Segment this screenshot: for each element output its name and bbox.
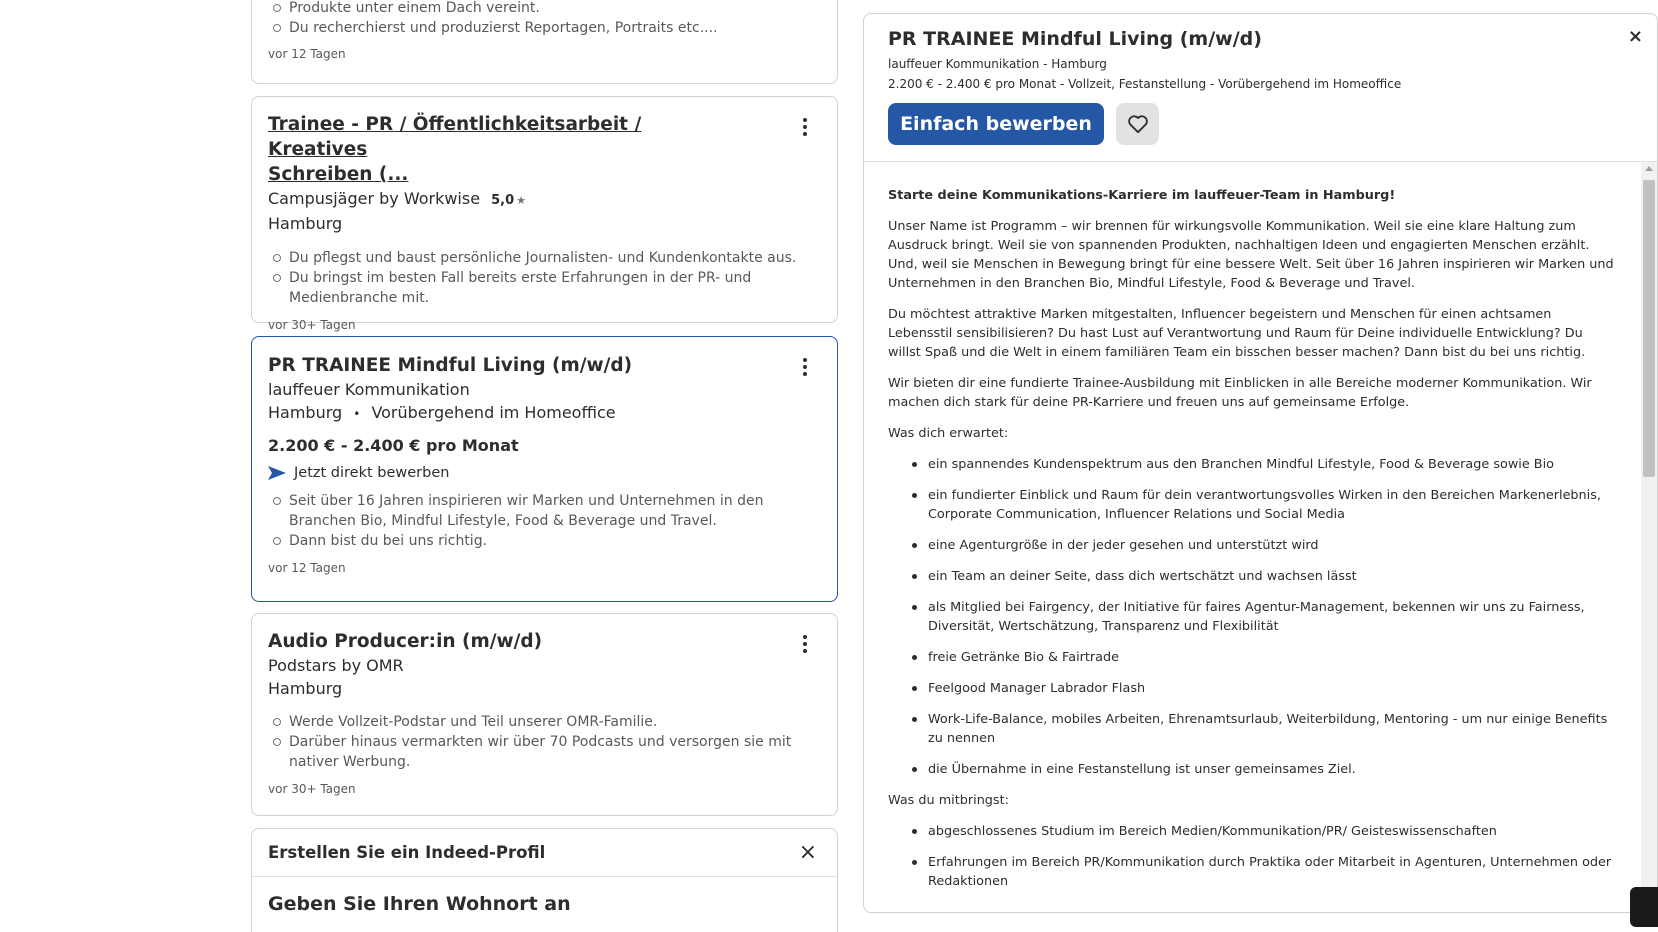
job-snippet-item: Darüber hinaus vermarkten wir über 70 Po… <box>268 732 821 772</box>
more-options-kebab-icon[interactable] <box>793 115 817 139</box>
apply-button[interactable]: Einfach bewerben <box>888 103 1104 145</box>
feedback-tab[interactable] <box>1630 887 1658 927</box>
company-rating: 5,0 ★ <box>491 193 527 208</box>
job-snippet-item: Dann bist du bei uns richtig. <box>268 531 821 551</box>
list-item: als Mitglied bei Fairgency, der Initiati… <box>888 598 1616 636</box>
posted-date: vor 12 Tagen <box>268 561 346 575</box>
job-location: Hamburg <box>268 679 343 698</box>
job-card[interactable]: Produkte unter einem Dach vereint. Du re… <box>251 0 838 84</box>
company-row: Campusjäger by Workwise 5,0 ★ <box>268 187 821 212</box>
job-snippet-item: Du recherchierst und produzierst Reporta… <box>268 18 821 38</box>
job-snippet-list: Seit über 16 Jahren inspirieren wir Mark… <box>268 491 821 551</box>
job-title-line: Schreiben (... <box>268 164 409 185</box>
job-snippet-item: Produkte unter einem Dach vereint. <box>268 0 821 18</box>
job-snippet-item: Du pflegst und baust persönliche Journal… <box>268 248 821 268</box>
job-snippet-list: Du pflegst und baust persönliche Journal… <box>268 248 821 308</box>
job-card[interactable]: Trainee - PR / Öffentlichkeitsarbeit / K… <box>251 96 838 332</box>
profile-card-header: Erstellen Sie ein Indeed-Profil × <box>252 829 837 877</box>
salary: 2.200 € - 2.400 € pro Monat <box>268 436 519 455</box>
heart-icon <box>1127 115 1148 134</box>
send-arrow-icon <box>268 466 286 480</box>
apply-direct-badge: Jetzt direkt bewerben <box>268 465 821 481</box>
description-paragraph: Wir bieten dir eine fundierte Trainee-Au… <box>888 376 1592 410</box>
posted-date: vor 12 Tagen <box>268 47 346 61</box>
list-item: Erfahrungen im Bereich PR/Kommunikation … <box>888 853 1616 891</box>
job-snippet-list: Produkte unter einem Dach vereint. Du re… <box>268 0 821 38</box>
description-heading: Starte deine Kommunikations-Karriere im … <box>888 188 1396 203</box>
list-item: ein spannendes Kundenspektrum aus den Br… <box>888 455 1616 474</box>
job-description: Starte deine Kommunikations-Karriere im … <box>888 186 1616 903</box>
close-icon[interactable]: × <box>1628 26 1643 47</box>
company-name[interactable]: lauffeuer Kommunikation <box>268 378 821 401</box>
remote-status: Vorübergehend im Homeoffice <box>371 403 616 422</box>
job-location: Hamburg <box>268 403 343 422</box>
job-snippet-item: Du bringst im besten Fall bereits erste … <box>268 268 821 308</box>
list-item: Feelgood Manager Labrador Flash <box>888 679 1616 698</box>
job-card[interactable]: Audio Producer:in (m/w/d) Podstars by OM… <box>251 613 838 816</box>
scrollbar-thumb[interactable] <box>1643 180 1655 477</box>
profile-card-subtitle: Geben Sie Ihren Wohnort an <box>268 893 571 915</box>
job-card-selected[interactable]: PR TRAINEE Mindful Living (m/w/d) lauffe… <box>251 336 838 602</box>
list-item: eine Agenturgröße in der jeder gesehen u… <box>888 536 1616 555</box>
list-item: Work-Life-Balance, mobiles Arbeiten, Ehr… <box>888 710 1616 748</box>
list-item: die Übernahme in eine Festanstellung ist… <box>888 760 1616 779</box>
job-detail-header: PR TRAINEE Mindful Living (m/w/d) lauffe… <box>864 14 1657 162</box>
more-options-kebab-icon[interactable] <box>793 355 817 379</box>
list-item: ein Team an deiner Seite, dass dich wert… <box>888 567 1616 586</box>
list-item: abgeschlossenes Studium im Bereich Medie… <box>888 822 1616 841</box>
job-title-line: Trainee - PR / Öffentlichkeitsarbeit / K… <box>268 114 642 160</box>
company-name[interactable]: Campusjäger by Workwise <box>268 189 480 208</box>
job-detail-panel: PR TRAINEE Mindful Living (m/w/d) lauffe… <box>863 13 1658 913</box>
section-label: Was dich erwartet: <box>888 426 1009 441</box>
description-paragraph: Unser Name ist Programm – wir brennen fü… <box>888 219 1614 291</box>
requirements-list: abgeschlossenes Studium im Bereich Medie… <box>888 822 1616 891</box>
list-item: freie Getränke Bio & Fairtrade <box>888 648 1616 667</box>
posted-date: vor 30+ Tagen <box>268 782 356 796</box>
job-title[interactable]: Audio Producer:in (m/w/d) <box>268 614 821 654</box>
more-options-kebab-icon[interactable] <box>793 632 817 656</box>
job-location: Hamburg <box>268 214 343 233</box>
profile-card-title: Erstellen Sie ein Indeed-Profil <box>268 843 546 862</box>
description-paragraph: Du möchtest attraktive Marken mitgestalt… <box>888 307 1586 360</box>
job-title[interactable]: PR TRAINEE Mindful Living (m/w/d) <box>268 337 821 378</box>
separator-dot: • <box>353 407 361 421</box>
company-name[interactable]: Podstars by OMR <box>268 654 821 677</box>
scroll-up-arrow-icon[interactable] <box>1645 166 1653 171</box>
list-item: ein fundierter Einblick und Raum für dei… <box>888 486 1616 524</box>
posted-date: vor 30+ Tagen <box>268 318 356 332</box>
profile-prompt-card: Erstellen Sie ein Indeed-Profil × Geben … <box>251 828 838 932</box>
apply-direct-label: Jetzt direkt bewerben <box>294 465 450 481</box>
star-icon: ★ <box>516 194 527 207</box>
job-detail-title: PR TRAINEE Mindful Living (m/w/d) <box>888 28 1262 50</box>
job-snippet-list: Werde Vollzeit-Podstar und Teil unserer … <box>268 712 821 772</box>
expect-list: ein spannendes Kundenspektrum aus den Br… <box>888 455 1616 779</box>
close-icon[interactable]: × <box>799 840 817 865</box>
job-search-page: Produkte unter einem Dach vereint. Du re… <box>0 0 1658 932</box>
job-title-link[interactable]: Trainee - PR / Öffentlichkeitsarbeit / K… <box>268 112 738 187</box>
job-detail-company[interactable]: lauffeuer Kommunikation - Hamburg <box>888 57 1107 71</box>
job-detail-meta: 2.200 € - 2.400 € pro Monat - Vollzeit, … <box>888 77 1402 91</box>
section-label: Was du mitbringst: <box>888 793 1009 808</box>
job-snippet-item: Seit über 16 Jahren inspirieren wir Mark… <box>268 491 821 531</box>
save-job-button[interactable] <box>1116 103 1159 145</box>
job-snippet-item: Werde Vollzeit-Podstar und Teil unserer … <box>268 712 821 732</box>
location-row: Hamburg • Vorübergehend im Homeoffice <box>268 401 821 426</box>
